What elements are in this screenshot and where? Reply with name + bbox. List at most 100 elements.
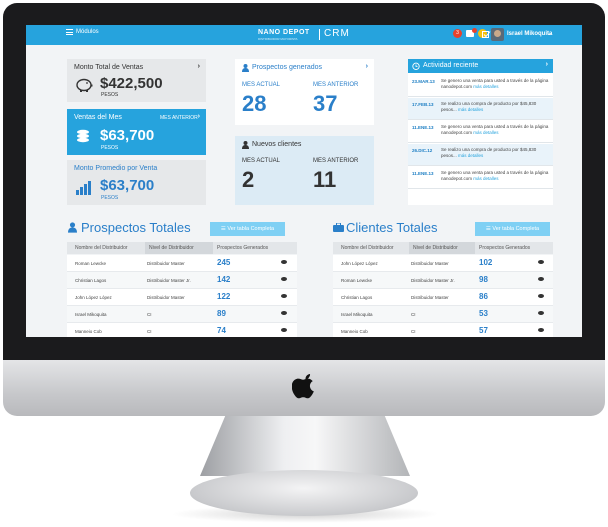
table-row[interactable]: Israel Mikoquita CI 89 [67,306,297,323]
bar-chart-icon [76,181,91,195]
messages-dot-icon [472,28,477,33]
eye-icon[interactable] [281,311,287,315]
column-header[interactable]: Nivel de Distribuidor [149,245,194,251]
view-full-clients-button[interactable]: ☰ Ver tabla Completa [475,222,550,236]
table-row[interactable]: John López López Distribuidor Master 122 [67,289,297,306]
column-header[interactable]: Nombre del Distribuidor [75,245,128,251]
activity-text: Se genero una venta para usted a través … [441,170,549,181]
recent-activity-header[interactable]: Actividad reciente › [408,59,553,73]
chevron-down-icon[interactable]: ⌄ [547,30,552,37]
view-full-prospects-button[interactable]: ☰ Ver tabla Completa [210,222,285,236]
column-header[interactable]: Prospectos Generados [217,245,268,251]
prospects-table-title: Prospectos Totales [81,220,191,235]
apple-logo-icon [292,374,314,399]
clients-current-value: 2 [242,167,255,192]
new-clients-card[interactable]: Nuevos clientes MES ACTUAL MES ANTERIOR … [235,136,374,205]
monitor-stand-base [190,470,418,516]
recent-activity-title: Actividad reciente [423,62,479,69]
table-row[interactable]: Christian Lagos Distribuidor Master 86 [333,289,553,306]
eye-icon[interactable] [538,311,544,315]
eye-icon[interactable] [538,294,544,298]
prospects-previous-value: 37 [313,91,338,116]
chevron-right-icon[interactable]: › [198,63,200,70]
distributor-name: Manneio Cob [341,329,368,334]
activity-item[interactable]: 11.ENE.13 Se genero una venta para usted… [408,167,553,189]
table-row[interactable]: Roman Lewcke Distribuidor Master 245 [67,255,297,272]
prospects-card[interactable]: Prospectos generados › MES ACTUAL MES AN… [235,59,374,125]
clients-table-header: Nombre del Distribuidor Nivel de Distrib… [333,242,553,254]
total-sales-card[interactable]: Monto Total de Ventas › $422,500 PESOS [67,59,206,102]
table-row[interactable]: Israel Mikoquita CI 53 [333,306,553,323]
distributor-level: Distribuidor Master [411,295,449,300]
modules-menu-button[interactable]: Módulos [66,29,99,35]
generated-count: 57 [479,326,488,335]
prospects-current-label: MES ACTUAL [242,82,281,88]
notification-badge[interactable]: 3 [453,29,462,38]
table-row[interactable]: Manneio Cob CI 74 [67,323,297,337]
distributor-name: Roman Lewcke [75,261,107,266]
total-sales-unit: PESOS [101,92,119,98]
eye-icon[interactable] [281,294,287,298]
distributor-level: Distribuidor Master [147,295,185,300]
crm-screen: Módulos NANO DEPOT DISTRIBUIDOR MAYORIST… [26,25,582,337]
distributor-name: Manneio Cob [75,329,102,334]
more-details-link[interactable]: más detalles [473,130,498,135]
hamburger-icon [66,29,73,35]
alarm-clock-icon [412,62,420,70]
activity-item[interactable]: 17.FEB.13 Se realizo una compra de produ… [408,98,553,120]
more-details-link[interactable]: más detalles [458,107,483,112]
brand-subtitle: DISTRIBUIDOR MAYORISTA [258,37,298,41]
activity-date: 23.MAR.13 [412,79,435,84]
activity-item[interactable]: 23.MAR.13 Se genero una venta para usted… [408,75,553,97]
distributor-name: Roman Lewcke [341,278,373,283]
table-row[interactable]: Roman Lewcke Distribuidor Master Jr. 98 [333,272,553,289]
chevron-right-icon[interactable]: › [366,63,368,70]
month-sales-card[interactable]: Ventas del Mes MES ANTERIOR › $63,700 PE… [67,109,206,155]
tasks-check-icon[interactable] [482,30,491,39]
table-row[interactable]: Christian Lagos Distribuidor Master Jr. 14… [67,272,297,289]
column-header[interactable]: Nombre del Distribuidor [341,245,394,251]
eye-icon[interactable] [538,277,544,281]
avatar[interactable] [491,28,504,41]
distributor-name: Christian Lagos [75,278,107,283]
activity-item[interactable]: 26.DIC.12 Se realizo una compra de produ… [408,144,553,166]
eye-icon[interactable] [281,260,287,264]
activity-date: 11.ENE.13 [412,171,434,176]
activity-date: 26.DIC.12 [412,148,433,153]
distributor-name: Christian Lagos [341,295,373,300]
distributor-level: Distribuidor Master [147,261,185,266]
average-sale-card[interactable]: Monto Promedio por Venta $63,700 PESOS [67,160,206,205]
distributor-name: Israel Mikoquita [75,312,107,317]
new-clients-title: Nuevos clientes [252,141,302,148]
average-sale-value: $63,700 [100,177,155,194]
activity-item[interactable]: 11.ENE.13 Se genero una venta para usted… [408,121,553,143]
generated-count: 98 [479,275,488,284]
column-header[interactable]: Nivel de Distribuidor [413,245,458,251]
more-details-link[interactable]: más detalles [458,153,483,158]
column-header[interactable]: Prospectos Generados [479,245,530,251]
activity-date: 17.FEB.13 [412,102,434,107]
clients-previous-label: MES ANTERIOR [313,158,359,164]
distributor-name: John López López [75,295,112,300]
eye-icon[interactable] [281,277,287,281]
previous-month-link[interactable]: MES ANTERIOR [160,115,198,121]
eye-icon[interactable] [538,328,544,332]
total-sales-title: Monto Total de Ventas [74,64,144,71]
distributor-level: CI [411,312,416,317]
eye-icon[interactable] [538,260,544,264]
chevron-right-icon[interactable]: › [546,61,548,68]
chevron-right-icon[interactable]: › [198,113,200,120]
month-sales-title: Ventas del Mes [74,114,122,121]
table-row[interactable]: John López López Distribuidor Master 102 [333,255,553,272]
prospects-previous-label: MES ANTERIOR [313,82,359,88]
more-details-link[interactable]: más detalles [473,84,498,89]
generated-count: 53 [479,309,488,318]
activity-text: Se realizo una compra de producto por $4… [441,147,537,158]
more-details-link[interactable]: más detalles [473,176,498,181]
activity-text: Se genero una venta para usted a través … [441,124,549,135]
user-name[interactable]: Israel Mikoquita [507,31,552,37]
eye-icon[interactable] [281,328,287,332]
total-sales-value: $422,500 [100,75,163,92]
table-row[interactable]: Manneio Cob CI 57 [333,323,553,337]
recent-activity-panel: Actividad reciente › 23.MAR.13 Se genero… [408,59,553,205]
